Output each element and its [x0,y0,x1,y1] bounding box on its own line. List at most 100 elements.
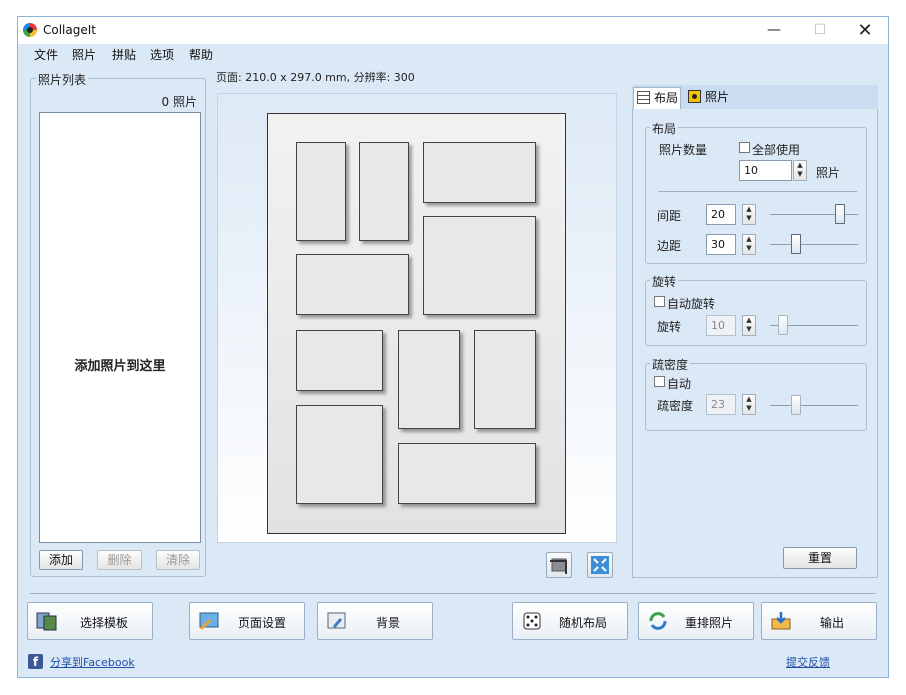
share-facebook-link[interactable]: 分享到Facebook [50,654,135,670]
dice-icon [523,612,541,630]
photo-slot[interactable] [398,330,460,429]
random-layout-label: 随机布局 [559,616,608,630]
tab-layout[interactable]: 布局 [633,87,681,109]
export-button[interactable]: 输出 [761,602,877,640]
menu-help[interactable]: 帮助 [189,46,213,63]
photo-tab-icon [688,90,701,103]
photo-unit-label: 照片 [816,166,841,180]
tab-photo[interactable]: 照片 [685,87,735,109]
bottom-separator [30,593,876,594]
rotate-label: 旋转 [657,320,682,334]
crop-button[interactable] [546,552,572,578]
maximize-button[interactable]: ☐ [797,17,843,44]
photo-count-label: 照片数量 [659,143,708,157]
photo-list-legend: 照片列表 [36,71,89,88]
rotate-spinner[interactable]: ▲ ▼ [742,315,756,336]
delete-button[interactable]: 删除 [97,550,142,570]
rotation-legend: 旋转 [650,273,679,290]
tab-photo-label: 照片 [705,90,730,104]
background-icon [327,612,346,629]
use-all-label: 全部使用 [752,143,801,157]
rotate-slider-thumb[interactable] [778,315,789,335]
margin-slider[interactable] [770,244,858,245]
select-template-button[interactable]: 选择模板 [27,602,153,640]
window-title: CollageIt [43,23,96,37]
shuffle-photos-button[interactable]: 重排照片 [638,602,754,640]
menu-collage[interactable]: 拼贴 [112,46,136,63]
select-template-label: 选择模板 [80,616,129,630]
add-button[interactable]: 添加 [39,550,83,570]
reset-button[interactable]: 重置 [783,547,857,569]
photo-slot[interactable] [359,142,409,241]
photo-slot[interactable] [296,142,346,241]
photo-slot[interactable] [398,443,536,504]
photo-list-group: 照片列表 0 照片 添加照片到这里 添加 删除 清除 [30,71,206,577]
density-input[interactable]: 23 [706,394,736,415]
shuffle-photos-label: 重排照片 [685,616,734,630]
photo-list[interactable]: 添加照片到这里 [39,112,201,543]
photo-count-input[interactable]: 10 [739,160,792,181]
template-icon [36,612,57,631]
page-info: 页面: 210.0 x 297.0 mm, 分辨率: 300 [216,71,415,84]
layout-group: 布局 照片数量 全部使用 10 ▲ ▼ 照片 间距 20 ▲ ▼ 边距 30 ▲ ▼ [645,120,867,264]
density-slider-thumb[interactable] [791,395,802,415]
photo-slot[interactable] [296,405,383,504]
margin-spinner[interactable]: ▲ ▼ [742,234,756,255]
page-setup-label: 页面设置 [238,616,287,630]
clear-button[interactable]: 清除 [156,550,200,570]
photo-slot[interactable] [296,254,409,315]
settings-tabs: 布局 照片 [632,85,878,109]
spacing-spinner[interactable]: ▲ ▼ [742,204,756,225]
minimize-button[interactable]: — [751,17,797,44]
menu-photo[interactable]: 照片 [72,46,96,63]
photo-slot[interactable] [474,330,536,429]
spacing-input[interactable]: 20 [706,204,736,225]
spacing-slider-thumb[interactable] [835,204,846,224]
page-paper[interactable] [267,113,566,534]
layout-separator [658,191,857,192]
menu-file[interactable]: 文件 [34,46,58,63]
auto-rotate-checkbox[interactable] [654,296,665,307]
close-button[interactable]: ✕ [842,17,888,44]
export-icon [771,612,791,630]
page-setup-button[interactable]: 页面设置 [189,602,305,640]
use-all-checkbox[interactable] [739,142,750,153]
auto-rotate-label: 自动旋转 [667,297,716,311]
main-window: CollageIt — ☐ ✕ 文件 照片 拼贴 选项 帮助 照片列表 0 照片… [17,16,889,678]
auto-density-label: 自动 [667,377,692,391]
density-slider[interactable] [770,405,858,406]
layout-tab-icon [637,91,650,104]
photo-count-spinner[interactable]: ▲ ▼ [793,160,807,181]
density-spinner[interactable]: ▲ ▼ [742,394,756,415]
shuffle-icon [649,612,667,630]
photo-count: 0 照片 [161,95,197,109]
margin-label: 边距 [657,239,682,253]
photo-slot[interactable] [423,142,536,203]
density-label: 疏密度 [657,399,694,413]
menu-bar: 文件 照片 拼贴 选项 帮助 [18,44,888,65]
collage-canvas[interactable] [217,93,617,543]
crop-icon [550,558,567,574]
page-setup-icon [199,612,219,631]
auto-density-checkbox[interactable] [654,376,665,387]
photo-slot[interactable] [296,330,383,391]
menu-options[interactable]: 选项 [150,46,174,63]
spacing-label: 间距 [657,209,682,223]
app-icon [23,23,37,37]
margin-input[interactable]: 30 [706,234,736,255]
background-button[interactable]: 背景 [317,602,433,640]
title-bar: CollageIt — ☐ ✕ [18,17,888,44]
photo-slot[interactable] [423,216,536,315]
density-group: 疏密度 自动 疏密度 23 ▲ ▼ [645,356,867,431]
drop-hint: 添加照片到这里 [74,359,166,374]
margin-slider-thumb[interactable] [791,234,802,254]
rotate-input[interactable]: 10 [706,315,736,336]
fit-button[interactable] [587,552,613,578]
fit-icon [591,556,609,574]
background-label: 背景 [376,616,401,630]
export-label: 输出 [820,616,845,630]
facebook-icon[interactable]: f [28,654,43,669]
random-layout-button[interactable]: 随机布局 [512,602,628,640]
feedback-link[interactable]: 提交反馈 [786,654,830,670]
tab-layout-label: 布局 [654,91,679,105]
